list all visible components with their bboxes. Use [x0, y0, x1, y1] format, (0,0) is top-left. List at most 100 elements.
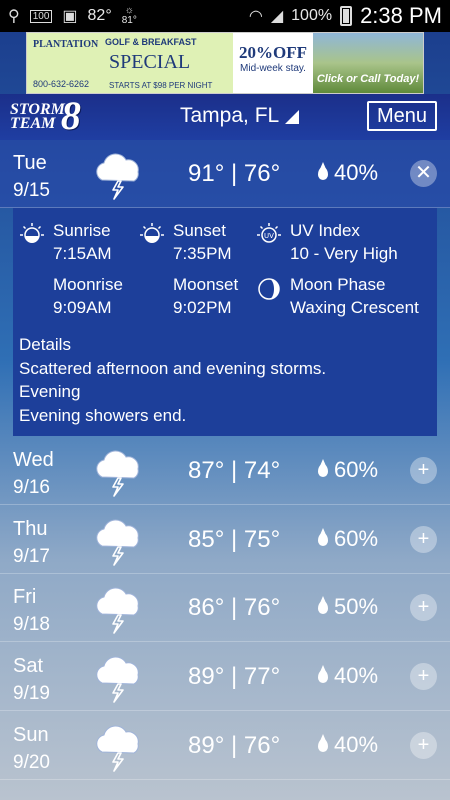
- thunderstorm-icon: [90, 150, 146, 200]
- raindrop-icon: [318, 733, 328, 752]
- ad-discount: 20%OFF: [239, 43, 307, 62]
- expand-button[interactable]: +: [410, 732, 437, 759]
- day-temps: 86° | 76°: [188, 594, 281, 621]
- moonset-icon: [145, 279, 155, 299]
- sunset-icon: [140, 223, 164, 243]
- details-text: Scattered afternoon and evening storms.: [19, 359, 327, 378]
- low-temp: 77°: [243, 663, 281, 690]
- expand-button[interactable]: +: [410, 526, 437, 553]
- ad-cta[interactable]: Click or Call Today!: [313, 33, 423, 93]
- uv-label: UV Index: [290, 221, 360, 240]
- high-temp: 87°: [188, 457, 225, 484]
- low-temp: 76°: [243, 594, 281, 621]
- day-row[interactable]: Fri 9/18 86° | 76° 50% +: [0, 574, 450, 642]
- evening-heading: Evening: [19, 382, 81, 401]
- location-selector[interactable]: Tampa, FL: [180, 104, 300, 128]
- precip-chance: 40%: [318, 663, 378, 689]
- precip-value: 40%: [334, 663, 379, 688]
- sunrise-value: 7:15AM: [53, 244, 112, 263]
- battery-percent: 100%: [291, 7, 333, 24]
- app-header: STORM TEAM 8 Tampa, FL Menu: [0, 93, 450, 140]
- collapse-button[interactable]: ✕: [410, 160, 437, 187]
- raindrop-icon: [318, 161, 328, 180]
- ad-discount-sub: Mid-week stay.: [240, 63, 306, 74]
- high-temp: 85°: [188, 526, 225, 553]
- day-row[interactable]: Sat 9/19 89° | 77° 40% +: [0, 643, 450, 711]
- day-date: 9/15: [13, 180, 50, 201]
- details-heading: Details: [19, 335, 71, 354]
- day-date: 9/20: [13, 752, 50, 773]
- expand-button[interactable]: +: [410, 594, 437, 621]
- thunderstorm-icon: [90, 722, 146, 772]
- uv-value: 10 - Very High: [290, 244, 398, 263]
- low-temp: 76°: [243, 732, 281, 759]
- high-temp: 89°: [188, 732, 225, 759]
- precip-value: 50%: [334, 594, 379, 619]
- thunderstorm-icon: [90, 516, 146, 566]
- moonrise-icon: [25, 279, 35, 299]
- ad-starts: STARTS AT $98 PER NIGHT: [109, 81, 213, 90]
- day-date: 9/18: [13, 614, 50, 635]
- high-temp: 91°: [188, 160, 225, 187]
- day-name: Wed: [13, 449, 54, 471]
- day-row[interactable]: Tue 9/15 91° | 76° 40% ✕: [0, 140, 450, 208]
- thunderstorm-icon: [90, 653, 146, 703]
- signal-icon: ◢: [270, 8, 284, 25]
- raindrop-icon: [318, 595, 328, 614]
- battery-small-icon: 100: [29, 9, 53, 23]
- precip-chance: 40%: [318, 732, 378, 758]
- precip-chance: 60%: [318, 457, 378, 483]
- high-temp: 89°: [188, 663, 225, 690]
- moon-phase-value: Waxing Crescent: [290, 298, 419, 317]
- precip-chance: 40%: [318, 160, 378, 186]
- ad-phone: 800-632-6262: [33, 79, 90, 89]
- sunset-value: 7:35PM: [173, 244, 232, 263]
- svg-text:UV: UV: [264, 232, 274, 240]
- day-date: 9/16: [13, 477, 50, 498]
- day-name: Sun: [13, 724, 49, 746]
- moonset-value: 9:02PM: [173, 298, 232, 317]
- low-temp: 74°: [243, 457, 281, 484]
- evening-text: Evening showers end.: [19, 406, 187, 425]
- precip-value: 40%: [334, 160, 379, 185]
- station-logo: STORM TEAM 8: [10, 93, 81, 139]
- clock: 2:38 PM: [360, 3, 442, 28]
- sunrise-item: Sunrise 7:15AM: [19, 220, 112, 266]
- moonrise-label: Moonrise: [53, 275, 123, 294]
- day-temps: 87° | 74°: [188, 457, 281, 484]
- moon-phase-item: Moon Phase Waxing Crescent: [256, 274, 419, 320]
- logo-number: 8: [60, 92, 81, 138]
- menu-button[interactable]: Menu: [367, 101, 437, 131]
- day-temps: 89° | 77°: [188, 663, 281, 690]
- day-date: 9/19: [13, 683, 50, 704]
- ad-banner[interactable]: PLANTATION 800-632-6262 GOLF & BREAKFAST…: [26, 32, 424, 94]
- sun-temp-indicator: ☼ 81°: [122, 6, 137, 26]
- precip-value: 40%: [334, 732, 379, 757]
- uv-icon: UV: [257, 223, 281, 243]
- day-temps: 91° | 76°: [188, 160, 281, 187]
- day-name: Fri: [13, 586, 37, 608]
- raindrop-icon: [318, 664, 328, 683]
- sunrise-icon: [20, 223, 44, 243]
- raindrop-icon: [318, 527, 328, 546]
- moonset-item: Moonset 9:02PM: [139, 274, 238, 320]
- expand-button[interactable]: +: [410, 663, 437, 690]
- day-date: 9/17: [13, 546, 50, 567]
- dropdown-arrow-icon: [285, 110, 300, 124]
- sunset-label: Sunset: [173, 221, 226, 240]
- day-detail-panel: Sunrise 7:15AM Sunset 7:35PM UV UV Index…: [13, 208, 437, 436]
- day-row[interactable]: Wed 9/16 87° | 74° 60% +: [0, 437, 450, 505]
- low-temp: 76°: [243, 160, 281, 187]
- day-temps: 89° | 76°: [188, 732, 281, 759]
- expand-button[interactable]: +: [410, 457, 437, 484]
- day-row[interactable]: Sun 9/20 89° | 76° 40% +: [0, 712, 450, 780]
- moonrise-item: Moonrise 9:09AM: [19, 274, 123, 320]
- wifi-icon: ◠: [248, 8, 263, 25]
- moonset-label: Moonset: [173, 275, 239, 294]
- gallery-icon: ▣: [62, 8, 78, 25]
- precip-chance: 50%: [318, 594, 378, 620]
- moon-phase-label: Moon Phase: [290, 275, 386, 294]
- day-row[interactable]: Thu 9/17 85° | 75° 60% +: [0, 506, 450, 574]
- day-name: Sat: [13, 655, 44, 677]
- precip-value: 60%: [334, 457, 379, 482]
